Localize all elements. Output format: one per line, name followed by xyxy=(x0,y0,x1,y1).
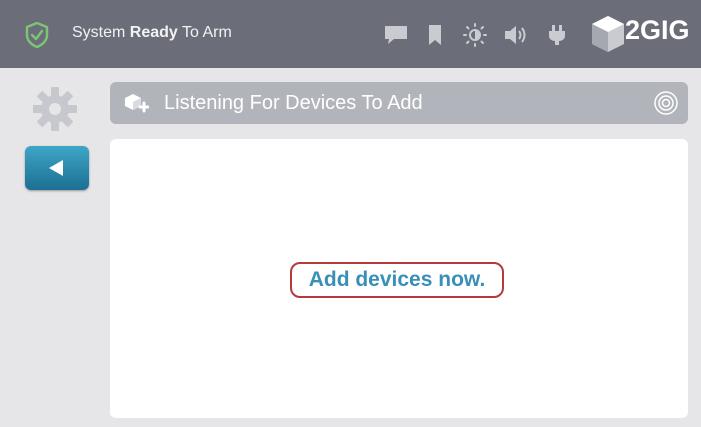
status-bar: System Ready To Arm 2GIG xyxy=(0,0,701,68)
back-button[interactable] xyxy=(25,146,89,190)
gear-icon[interactable] xyxy=(32,86,78,132)
message-icon[interactable] xyxy=(383,24,409,46)
bookmark-icon[interactable] xyxy=(428,24,442,46)
back-arrow-icon xyxy=(49,160,63,176)
volume-icon[interactable] xyxy=(503,24,529,46)
add-devices-message: Add devices now. xyxy=(290,262,504,298)
power-plug-icon[interactable] xyxy=(547,24,567,46)
device-add-icon xyxy=(125,94,149,113)
system-status-text: System Ready To Arm xyxy=(72,24,232,41)
shield-check-icon xyxy=(25,22,49,48)
page-header: Listening For Devices To Add xyxy=(110,82,688,124)
brand-logo-text: 2GIG xyxy=(625,15,690,45)
brightness-icon[interactable] xyxy=(462,22,488,48)
radio-listening-icon xyxy=(654,91,678,115)
page-title: Listening For Devices To Add xyxy=(164,92,423,114)
device-list-panel: Add devices now. xyxy=(110,139,688,418)
brand-logo-icon xyxy=(592,16,624,52)
